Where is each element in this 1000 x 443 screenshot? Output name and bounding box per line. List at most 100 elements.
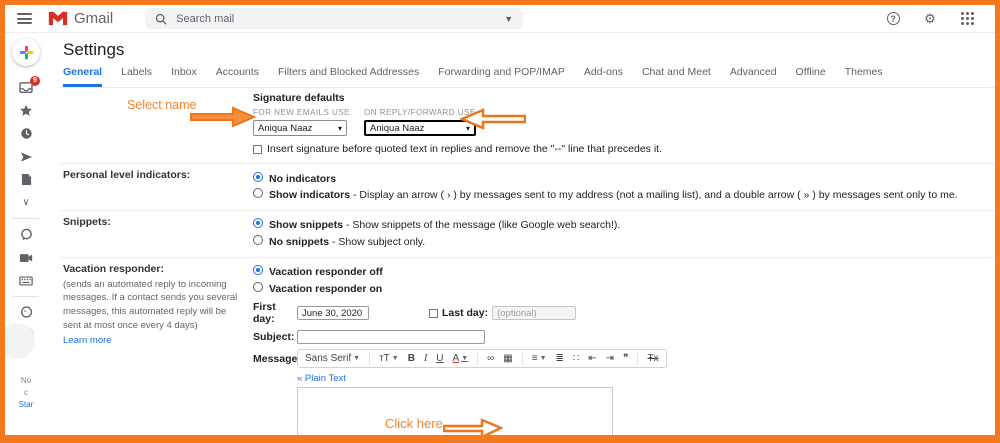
show-snippets-radio[interactable] (253, 218, 263, 228)
hamburger-menu-icon[interactable] (17, 13, 32, 24)
font-family-select[interactable]: Sans Serif▼ (305, 353, 360, 364)
new-emails-signature-select[interactable]: Aniqua Naaz ▾ (253, 120, 347, 136)
indent-more-icon[interactable]: ⇥ (606, 353, 614, 364)
compose-button[interactable] (12, 38, 40, 66)
reply-forward-signature-value: Aniqua Naaz (370, 123, 424, 134)
tab-general[interactable]: General (63, 66, 102, 87)
first-day-row: First day: June 30, 2020 Last day: (opti… (253, 301, 995, 325)
tab-inbox[interactable]: Inbox (171, 66, 197, 87)
sidebar-item-drafts[interactable] (18, 172, 34, 188)
toolbar-divider (522, 353, 523, 365)
vacation-off-radio[interactable] (253, 265, 263, 275)
search-options-caret-icon[interactable]: ▼ (504, 14, 513, 24)
annotation-arrow-left-icon (460, 108, 526, 130)
settings-gear-icon[interactable]: ⚙ (922, 11, 938, 27)
apps-grid-icon[interactable] (959, 11, 975, 27)
chat-clip-line: c (5, 387, 47, 399)
last-day-input[interactable]: (optional) (492, 306, 576, 320)
search-bar[interactable]: Search mail ▼ (145, 8, 523, 29)
sidebar-item-starred[interactable] (18, 103, 34, 119)
tab-offline[interactable]: Offline (796, 66, 826, 87)
tab-themes[interactable]: Themes (845, 66, 883, 87)
remove-formatting-icon[interactable]: Ŧx (647, 353, 658, 364)
for-new-emails-label: FOR NEW EMAILS USE (253, 108, 350, 117)
chat-panel-clipped-text: No c Star (5, 375, 47, 411)
top-header: Gmail Search mail ▼ ? ⚙ (5, 5, 995, 33)
plain-text-link[interactable]: « Plain Text (297, 373, 995, 384)
no-snippets-radio[interactable] (253, 235, 263, 245)
bold-icon[interactable]: B (408, 353, 415, 364)
sidebar-item-start-meeting[interactable] (18, 250, 34, 266)
tab-chat-meet[interactable]: Chat and Meet (642, 66, 711, 87)
font-size-icon[interactable]: тT▼ (379, 353, 399, 364)
tab-labels[interactable]: Labels (121, 66, 152, 87)
hangouts-watermark (0, 323, 35, 359)
last-day-label: Last day: (442, 307, 488, 319)
header-actions: ? ⚙ (885, 11, 975, 27)
keyboard-icon (19, 276, 33, 286)
vacation-description: (sends an automated reply to incoming me… (63, 278, 245, 333)
vacation-on-option: Vacation responder on (253, 282, 995, 296)
first-day-input[interactable]: June 30, 2020 (297, 306, 369, 320)
text-color-icon[interactable]: A▼ (453, 353, 469, 364)
sidebar-item-chat[interactable] (18, 227, 34, 243)
personal-indicators-label: Personal level indicators: (61, 169, 253, 205)
last-day-checkbox[interactable] (429, 309, 438, 318)
show-snippets-option: Show snippets - Show snippets of the mes… (253, 218, 995, 232)
tab-accounts[interactable]: Accounts (216, 66, 259, 87)
message-row: Message: Sans Serif▼ тT▼ B I U A▼ ∞ ▦ (253, 349, 995, 368)
no-snippets-text: No snippets - Show subject only. (269, 235, 425, 249)
quote-icon[interactable]: ❞ (623, 353, 628, 364)
personal-indicators-content: No indicators Show indicators - Display … (253, 169, 995, 205)
toolbar-divider (477, 353, 478, 365)
vacation-off-text: Vacation responder off (269, 265, 383, 279)
tab-addons[interactable]: Add-ons (584, 66, 623, 87)
bulleted-list-icon[interactable]: ∷ (573, 353, 579, 364)
start-chat-link[interactable]: Star (5, 399, 47, 411)
video-camera-icon (19, 253, 33, 263)
tab-filters[interactable]: Filters and Blocked Addresses (278, 66, 419, 87)
gmail-logo[interactable]: Gmail (48, 10, 113, 27)
select-name-annotation: Select name (127, 98, 196, 112)
question-mark: ? (887, 12, 900, 25)
chevron-down-icon: ▾ (338, 124, 342, 133)
vacation-content: Vacation responder off Vacation responde… (253, 263, 995, 443)
sidebar-more-chevron-icon[interactable]: ∨ (18, 195, 34, 211)
search-input[interactable]: Search mail (176, 13, 234, 25)
numbered-list-icon[interactable]: ≣ (556, 353, 564, 364)
sidebar-divider (13, 218, 39, 219)
insert-signature-checkbox[interactable] (253, 145, 262, 154)
insert-link-icon[interactable]: ∞ (487, 353, 494, 364)
sidebar-item-hangouts[interactable]: ” (18, 305, 34, 321)
sidebar-item-inbox[interactable]: 9 (18, 80, 34, 96)
click-here-annotation: Click here (385, 416, 443, 431)
align-icon[interactable]: ≡▼ (532, 353, 547, 364)
page-title: Settings (61, 33, 995, 66)
sidebar-item-join-meeting[interactable] (18, 273, 34, 289)
sidebar-item-sent[interactable] (18, 149, 34, 165)
document-icon (21, 173, 32, 186)
screenshot-frame: Gmail Search mail ▼ ? ⚙ (0, 0, 1000, 443)
inbox-unread-badge: 9 (30, 76, 40, 86)
show-indicators-radio[interactable] (253, 188, 263, 198)
show-indicators-option: Show indicators - Display an arrow ( › )… (253, 188, 995, 202)
no-snippets-option: No snippets - Show subject only. (253, 235, 995, 249)
tab-forwarding[interactable]: Forwarding and POP/IMAP (438, 66, 565, 87)
help-icon[interactable]: ? (885, 11, 901, 27)
gmail-m-icon (48, 11, 68, 26)
tab-advanced[interactable]: Advanced (730, 66, 777, 87)
signature-content: Signature defaults FOR NEW EMAILS USE An… (253, 92, 995, 155)
underline-icon[interactable]: U (436, 353, 443, 364)
insert-image-icon[interactable]: ▦ (503, 353, 512, 364)
no-indicators-radio[interactable] (253, 172, 263, 182)
no-indicators-option: No indicators (253, 172, 995, 186)
vacation-on-radio[interactable] (253, 282, 263, 292)
sidebar-item-snoozed[interactable] (18, 126, 34, 142)
indent-less-icon[interactable]: ⇤ (588, 353, 596, 364)
italic-icon[interactable]: I (424, 353, 427, 364)
learn-more-link[interactable]: Learn more (63, 335, 253, 346)
insert-signature-checkbox-row: Insert signature before quoted text in r… (253, 143, 995, 155)
subject-input[interactable] (297, 330, 485, 344)
new-emails-signature-value: Aniqua Naaz (258, 123, 312, 134)
message-format-toolbar: Sans Serif▼ тT▼ B I U A▼ ∞ ▦ ≡▼ (297, 349, 667, 368)
